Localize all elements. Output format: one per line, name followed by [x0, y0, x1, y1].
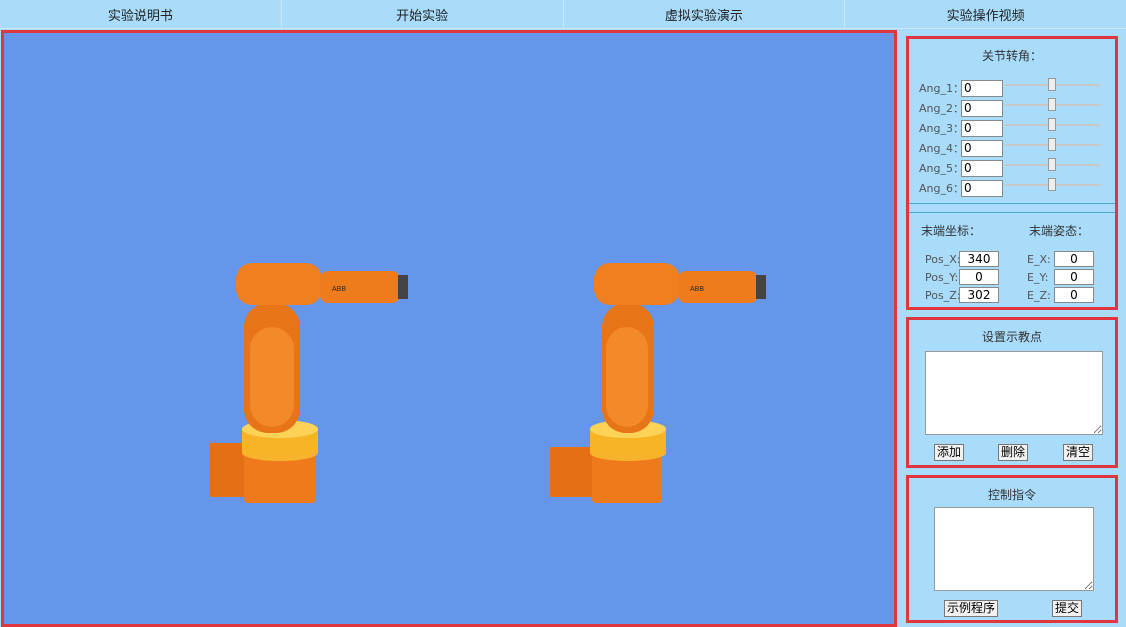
- joint-row-5: Ang_5：: [919, 158, 1003, 178]
- e-y-row: E_Y:: [1027, 268, 1094, 286]
- control-command-textarea[interactable]: [934, 507, 1094, 591]
- joint-row-2: Ang_2：: [919, 98, 1003, 118]
- joint-1-input[interactable]: [961, 79, 1003, 97]
- pos-z-input[interactable]: [959, 287, 999, 303]
- joint-3-input[interactable]: [961, 119, 1003, 137]
- end-pose-title: 末端姿态：: [1029, 224, 1090, 238]
- joint-5-input[interactable]: [961, 159, 1003, 177]
- control-command-title: 控制指令: [987, 488, 1036, 502]
- robot-upper-arm: [236, 263, 408, 305]
- robot-brand-label: ABB: [332, 286, 346, 293]
- e-x-label: E_X:: [1027, 252, 1051, 266]
- e-x-input[interactable]: [1054, 251, 1094, 267]
- joint-label: Ang_1：: [919, 82, 964, 95]
- nav-operation-video[interactable]: 实验操作视频: [845, 0, 1126, 28]
- teach-point-title: 设置示教点: [981, 330, 1042, 344]
- slider-thumb[interactable]: [1048, 78, 1056, 91]
- pos-y-label: Pos_Y:: [925, 270, 959, 284]
- robot-lower-arm: [602, 303, 654, 433]
- joint-4-slider[interactable]: [1005, 138, 1101, 151]
- joint-label: Ang_6：: [919, 182, 964, 195]
- e-z-row: E_Z:: [1027, 286, 1094, 304]
- teach-point-textarea[interactable]: [925, 351, 1103, 435]
- joint-3-slider[interactable]: [1005, 118, 1101, 131]
- joint-panel-title: 关节转角：: [981, 49, 1042, 63]
- pos-z-label: Pos_Z:: [925, 288, 961, 302]
- robot-brand-label: ABB: [690, 286, 704, 293]
- joint-6-slider[interactable]: [1005, 178, 1101, 191]
- panel-divider: [909, 212, 1115, 213]
- joint-2-slider[interactable]: [1005, 98, 1101, 111]
- joint-label: Ang_4：: [919, 142, 964, 155]
- pos-x-input[interactable]: [959, 251, 999, 267]
- nav-virtual-demo[interactable]: 虚拟实验演示: [564, 0, 846, 28]
- slider-thumb[interactable]: [1048, 98, 1056, 111]
- pos-y-row: Pos_Y:: [925, 268, 999, 286]
- robot-base: [550, 420, 666, 503]
- robot-upper-arm: [594, 263, 766, 305]
- 3d-viewport[interactable]: ABB ABB: [1, 30, 897, 627]
- slider-thumb[interactable]: [1048, 178, 1056, 191]
- control-command-panel: 控制指令 示例程序 提交: [906, 475, 1118, 623]
- e-z-input[interactable]: [1054, 287, 1094, 303]
- pos-z-row: Pos_Z:: [925, 286, 999, 304]
- clear-button[interactable]: 清空: [1063, 444, 1094, 461]
- joint-row-4: Ang_4：: [919, 138, 1003, 158]
- submit-button[interactable]: 提交: [1052, 600, 1083, 617]
- joint-5-slider[interactable]: [1005, 158, 1101, 171]
- example-program-button[interactable]: 示例程序: [944, 600, 999, 617]
- panel-divider: [909, 203, 1115, 204]
- joint-label: Ang_3：: [919, 122, 964, 135]
- teach-point-panel: 设置示教点 添加 删除 清空: [906, 317, 1118, 468]
- nav-manual[interactable]: 实验说明书: [0, 0, 282, 28]
- e-x-row: E_X:: [1027, 250, 1094, 268]
- joint-label: Ang_2：: [919, 102, 964, 115]
- slider-thumb[interactable]: [1048, 118, 1056, 131]
- top-nav: 实验说明书 开始实验 虚拟实验演示 实验操作视频: [0, 0, 1126, 29]
- joint-2-input[interactable]: [961, 99, 1003, 117]
- joint-row-6: Ang_6：: [919, 178, 1003, 198]
- joint-row-1: Ang_1：: [919, 78, 1003, 98]
- joint-4-input[interactable]: [961, 139, 1003, 157]
- e-y-label: E_Y:: [1027, 270, 1049, 284]
- pos-x-label: Pos_X:: [925, 252, 961, 266]
- robot-arm-right: ABB: [550, 263, 766, 503]
- joint-panel: 关节转角： Ang_1： Ang_2： Ang_3： Ang_4： Ang_5：…: [906, 36, 1118, 310]
- joint-6-input[interactable]: [961, 179, 1003, 197]
- joint-label: Ang_5：: [919, 162, 964, 175]
- nav-start-experiment[interactable]: 开始实验: [282, 0, 564, 28]
- e-y-input[interactable]: [1054, 269, 1094, 285]
- robot-arm-left: ABB: [210, 263, 408, 503]
- add-button[interactable]: 添加: [934, 444, 965, 461]
- slider-thumb[interactable]: [1048, 158, 1056, 171]
- pos-y-input[interactable]: [959, 269, 999, 285]
- robot-lower-arm: [244, 303, 300, 433]
- e-z-label: E_Z:: [1027, 288, 1051, 302]
- slider-thumb[interactable]: [1048, 138, 1056, 151]
- pos-x-row: Pos_X:: [925, 250, 999, 268]
- delete-button[interactable]: 删除: [998, 444, 1029, 461]
- joint-1-slider[interactable]: [1005, 78, 1101, 91]
- end-position-title: 末端坐标：: [921, 224, 982, 238]
- joint-row-3: Ang_3：: [919, 118, 1003, 138]
